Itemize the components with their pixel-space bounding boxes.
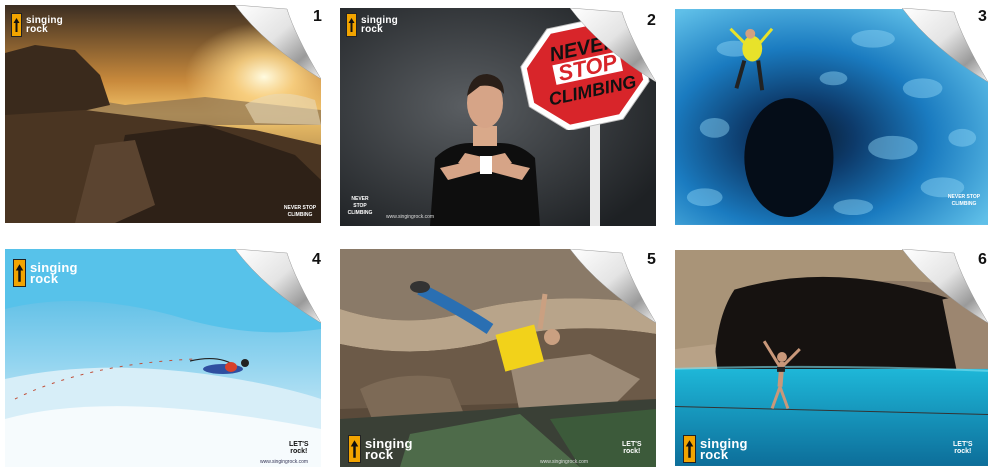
lets-rock-badge: LET'S rock! (622, 441, 642, 455)
poster-4[interactable]: singing rock LET'S rock! www.singingrock… (5, 249, 321, 467)
poster-number-1: 1 (313, 8, 322, 25)
poster-2[interactable]: NEVER STOP CLIMBING singing rock NEVER S… (340, 8, 656, 226)
page-curl (570, 8, 656, 82)
lets-rock-badge: LET'S rock! (289, 441, 309, 455)
website-url: www.singingrock.com (260, 459, 309, 465)
logo-line-2: rock (26, 24, 48, 35)
page-curl (902, 8, 988, 82)
never-stop-climbing-badge: NEVER STOP CLIMBING (347, 196, 373, 216)
website-url: www.singingrock.com (386, 214, 435, 220)
singing-rock-logo: singing rock (11, 13, 63, 37)
poster-number-3: 3 (978, 8, 987, 25)
badge-line-2: rock! (623, 448, 641, 455)
badge-line-1: LET'S (289, 441, 309, 448)
arrow-up-icon (11, 13, 22, 37)
arrow-up-icon (346, 13, 357, 37)
poster-number-6: 6 (978, 251, 987, 268)
badge-line-2: rock! (954, 448, 972, 455)
never-stop-climbing-badge: NEVER STOP CLIMBING (283, 205, 317, 218)
page-curl (570, 249, 656, 323)
badge-line-1: LET'S (622, 441, 642, 448)
arrow-up-icon (13, 259, 26, 287)
lets-rock-badge: LET'S rock! (953, 441, 973, 455)
arrow-up-icon (683, 435, 696, 463)
poster-number-4: 4 (312, 251, 321, 268)
poster-5[interactable]: singing rock LET'S rock! www.singingrock… (340, 249, 656, 467)
poster-number-2: 2 (647, 12, 656, 29)
poster-3[interactable]: NEVER STOP CLIMBING (675, 8, 988, 226)
page-curl (235, 5, 321, 79)
arrow-up-icon (348, 435, 361, 463)
page-curl (902, 249, 988, 323)
never-stop-climbing-badge: NEVER STOP CLIMBING (947, 194, 981, 207)
singing-rock-logo: singing rock (683, 435, 748, 463)
badge-line-1: LET'S (953, 441, 973, 448)
singing-rock-logo: singing rock (13, 259, 78, 287)
poster-gallery: { "posters": [ { "number": "1", "logo_li… (0, 0, 988, 467)
poster-number-5: 5 (647, 251, 656, 268)
singing-rock-logo: singing rock (348, 435, 413, 463)
poster-6[interactable]: singing rock LET'S rock! (675, 249, 988, 467)
badge-line-2: rock! (290, 448, 308, 455)
website-url: www.singingrock.com (540, 459, 589, 465)
singing-rock-logo: singing rock (346, 13, 398, 37)
poster-1[interactable]: singing rock (5, 5, 321, 223)
page-curl (235, 249, 321, 323)
logo-line-2: rock (361, 24, 383, 35)
